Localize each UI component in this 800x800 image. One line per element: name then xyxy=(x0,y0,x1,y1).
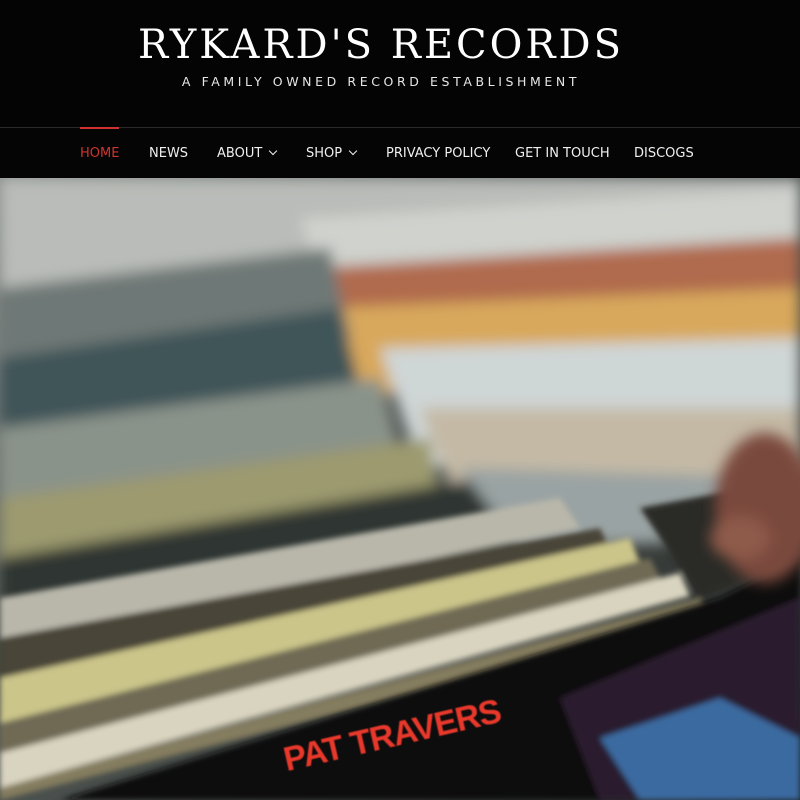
nav-item-label: PRIVACY POLICY xyxy=(386,146,491,161)
nav-item-label: SHOP xyxy=(306,146,343,161)
site-tagline: A FAMILY OWNED RECORD ESTABLISHMENT xyxy=(181,74,581,89)
hero-image xyxy=(0,178,800,800)
nav-item-about[interactable]: ABOUT xyxy=(217,128,278,179)
nav-item-get-in-touch[interactable]: GET IN TOUCH xyxy=(515,128,610,179)
nav-item-privacy-policy[interactable]: PRIVACY POLICY xyxy=(386,128,490,179)
nav-item-label: ABOUT xyxy=(217,146,263,161)
chevron-down-icon xyxy=(269,146,278,156)
nav-item-label: GET IN TOUCH xyxy=(515,146,610,161)
nav-item-shop[interactable]: SHOP xyxy=(306,128,358,179)
nav-item-label: HOME xyxy=(80,146,120,161)
nav-item-home[interactable]: HOME xyxy=(80,127,120,179)
nav-item-label: NEWS xyxy=(149,146,189,161)
chevron-down-icon xyxy=(348,146,358,156)
site-header: RYKARD'S RECORDS A FAMILY OWNED RECORD E… xyxy=(0,0,800,128)
nav-item-discogs[interactable]: DISCOGS xyxy=(634,128,694,179)
record-crates-photo xyxy=(0,178,800,800)
nav-item-news[interactable]: NEWS xyxy=(149,128,188,179)
main-navigation: HOME NEWS ABOUT SHOP PRIVACY POLICY GET … xyxy=(0,127,800,179)
nav-item-label: DISCOGS xyxy=(634,146,694,161)
site-title[interactable]: RYKARD'S RECORDS xyxy=(0,22,762,68)
